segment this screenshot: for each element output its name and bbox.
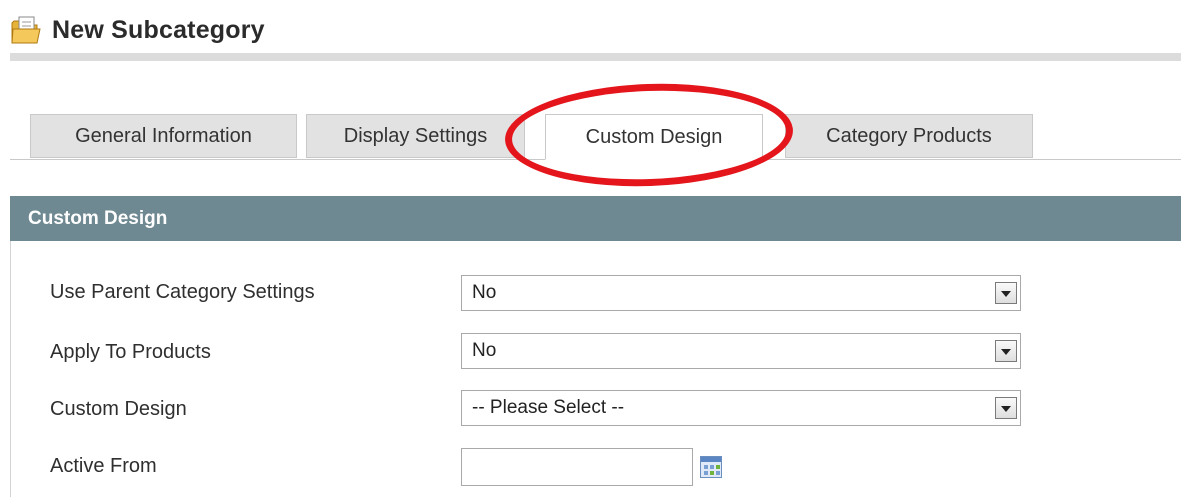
custom-design-label: Custom Design: [50, 398, 187, 420]
calendar-icon[interactable]: [700, 456, 722, 478]
chevron-down-icon[interactable]: [995, 397, 1017, 419]
folder-new-icon: [10, 15, 44, 45]
tab-general-information[interactable]: General Information: [30, 114, 297, 158]
apply-to-products-label: Apply To Products: [50, 341, 211, 363]
chevron-down-icon[interactable]: [995, 282, 1017, 304]
tab-label: Category Products: [826, 124, 992, 147]
select-value: -- Please Select --: [472, 397, 625, 418]
page-header: New Subcategory: [10, 12, 265, 48]
chevron-down-icon[interactable]: [995, 340, 1017, 362]
select-value: No: [472, 282, 497, 303]
highlight-ellipse: [503, 79, 795, 191]
section-header: Custom Design: [10, 196, 1181, 241]
active-from-label: Active From: [50, 455, 157, 477]
tab-display-settings[interactable]: Display Settings: [306, 114, 525, 158]
page-title: New Subcategory: [52, 15, 265, 44]
custom-design-select[interactable]: -- Please Select --: [461, 390, 1021, 426]
select-value: No: [472, 340, 497, 361]
tab-category-products[interactable]: Category Products: [785, 114, 1033, 158]
tab-label: Display Settings: [343, 124, 488, 147]
use-parent-settings-label: Use Parent Category Settings: [50, 281, 315, 303]
apply-to-products-select[interactable]: No: [461, 333, 1021, 369]
tab-label: General Information: [75, 124, 252, 147]
header-divider: [10, 53, 1181, 61]
section-title: Custom Design: [28, 207, 168, 229]
use-parent-settings-select[interactable]: No: [461, 275, 1021, 311]
active-from-input[interactable]: [461, 448, 693, 486]
